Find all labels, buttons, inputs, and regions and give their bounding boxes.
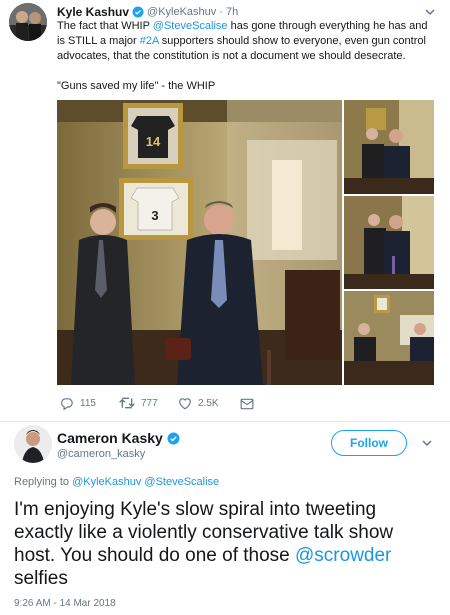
like-action[interactable]: 2.5K: [178, 397, 219, 410]
photo-thumb-2-image: [344, 196, 434, 289]
author-name[interactable]: Kyle Kashuv: [57, 5, 129, 19]
chevron-down-icon[interactable]: [421, 436, 433, 454]
replying-mention[interactable]: @SteveScalise: [144, 476, 219, 488]
reply-icon: [60, 397, 80, 410]
photo-main-image: 14 3: [57, 100, 342, 385]
retweet-count: 777: [141, 397, 158, 409]
photo-thumb-3-image: [344, 291, 434, 385]
jersey-number-14: 14: [146, 134, 161, 149]
text-segment: The fact that WHIP: [57, 20, 153, 32]
text-segment: selfies: [14, 568, 68, 589]
photo-thumb-1[interactable]: [344, 100, 434, 194]
replying-mention[interactable]: @KyleKashuv: [72, 476, 141, 488]
reply-action[interactable]: 115: [60, 397, 96, 410]
photo-thumb-1-image: [344, 100, 434, 194]
mention-link[interactable]: @scrowder: [295, 545, 391, 566]
photo-thumb-2[interactable]: [344, 196, 434, 289]
mention-link[interactable]: @SteveScalise: [153, 20, 228, 32]
like-count: 2.5K: [198, 398, 219, 409]
retweet-icon: [119, 397, 141, 409]
jersey-number-3: 3: [151, 208, 158, 223]
tweet-time[interactable]: 7h: [226, 6, 238, 18]
tweet-timestamp[interactable]: 9:26 AM - 14 Mar 2018: [14, 598, 116, 609]
message-icon[interactable]: [240, 397, 254, 415]
author-handle[interactable]: @KyleKashuv: [147, 6, 216, 18]
header-separator: ·: [219, 6, 223, 18]
photo-main[interactable]: 14 3: [57, 100, 342, 385]
author-name[interactable]: Cameron Kasky: [57, 430, 163, 446]
hashtag-link[interactable]: #2A: [140, 35, 159, 47]
tweet1-quote: "Guns saved my life" - the WHIP: [57, 80, 216, 92]
reply-count: 115: [80, 398, 96, 409]
tweet2-author: Cameron Kasky: [57, 430, 180, 446]
replying-to: Replying to @KyleKashuv @SteveScalise: [14, 476, 219, 488]
follow-button[interactable]: Follow: [331, 430, 407, 456]
verified-badge-icon: [167, 432, 180, 445]
author-handle[interactable]: @cameron_kasky: [57, 448, 145, 460]
replying-prefix: Replying to: [14, 476, 73, 488]
tweet1-text: The fact that WHIP @SteveScalise has gon…: [57, 19, 432, 64]
photo-thumb-3[interactable]: [344, 291, 434, 385]
avatar-photo: [14, 425, 52, 463]
cameron-avatar[interactable]: [14, 425, 52, 463]
divider: [0, 421, 450, 422]
like-icon: [178, 397, 198, 410]
tweet1-header: Kyle Kashuv @KyleKashuv · 7h: [57, 4, 238, 20]
tweet2-text: I'm enjoying Kyle's slow spiral into twe…: [14, 498, 434, 590]
avatar-photo: [9, 3, 47, 41]
retweet-action[interactable]: 777: [119, 397, 158, 409]
kyle-avatar[interactable]: [9, 3, 47, 41]
verified-badge-icon: [132, 6, 144, 18]
